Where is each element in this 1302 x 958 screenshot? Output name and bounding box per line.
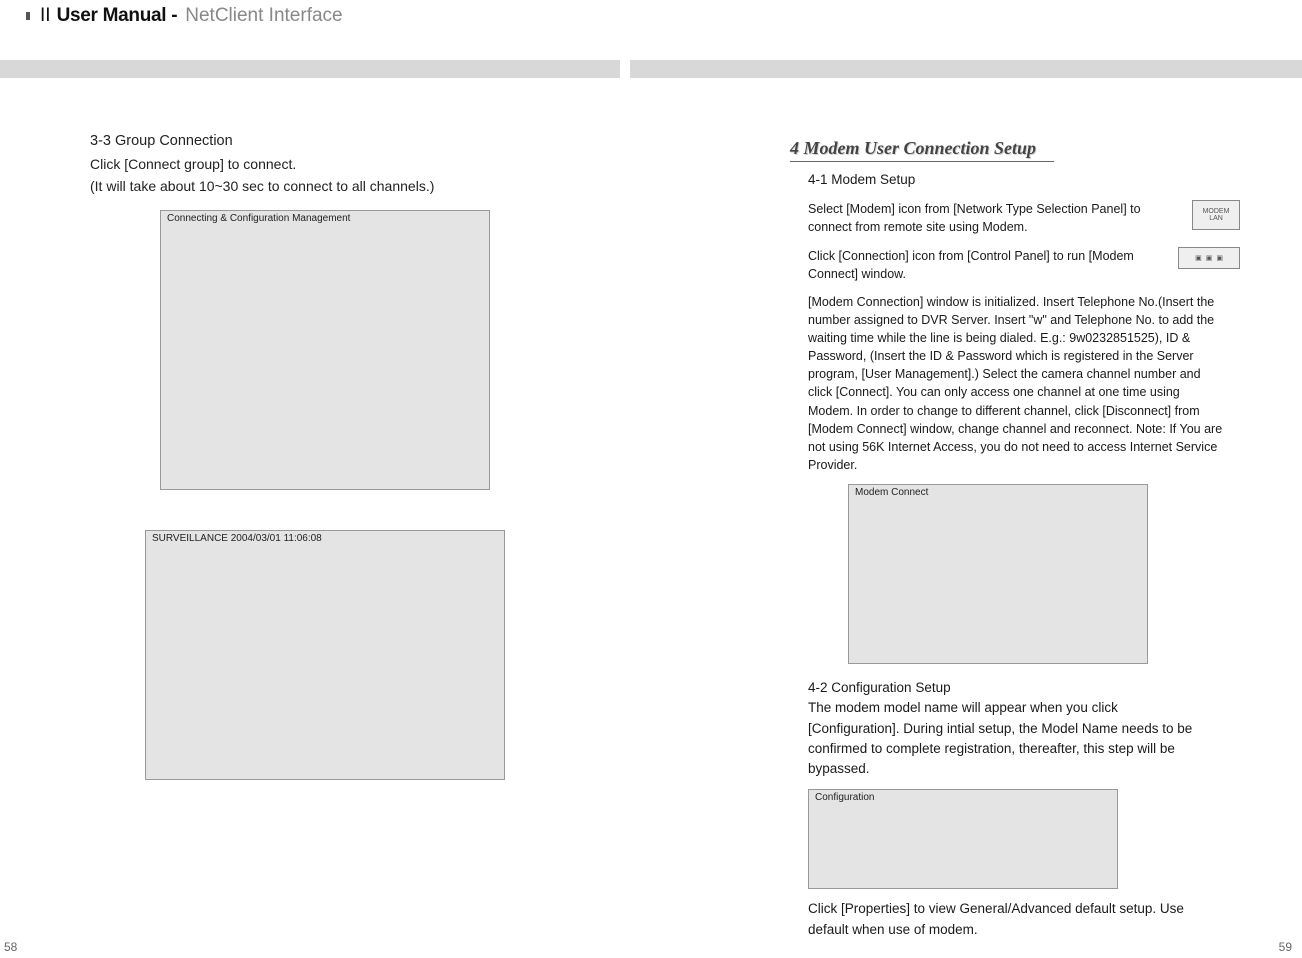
sec42-p2: Click [Properties] to view General/Advan… [808,899,1208,940]
panel-icon-3: ▣ [1216,254,1223,262]
section-3-3-line1: Click [Connect group] to connect. [90,154,560,176]
modem-icon-label-top: MODEM [1203,208,1230,215]
header-subtitle: NetClient Interface [185,5,342,27]
figure4-caption: Configuration [815,792,874,803]
page-right: 4 Modem User Connection Setup 4-1 Modem … [790,138,1240,940]
section-4-body: 4-1 Modem Setup Select [Modem] icon from… [790,170,1240,940]
modem-icon-label-bottom: LAN [1209,215,1223,222]
page-left: 3-3 Group Connection Click [Connect grou… [90,130,560,780]
header-marker-icon [26,12,30,20]
page-header: II User Manual - NetClient Interface [0,0,1302,32]
sec41-p1: Select [Modem] icon from [Network Type S… [808,200,1158,236]
header-section-roman: II [40,5,51,27]
header-band-gap [620,60,630,78]
sec41-p2: Click [Connection] icon from [Control Pa… [808,247,1148,283]
header-band [0,60,1302,78]
sec41-row2: Click [Connection] icon from [Control Pa… [808,247,1240,283]
sec41-row1: Select [Modem] icon from [Network Type S… [808,200,1240,236]
header-title: User Manual - [57,5,178,27]
connection-icon: ▣ [1195,254,1202,262]
page-number-right: 59 [1279,940,1292,954]
modem-lan-icon: MODEM LAN [1192,200,1240,230]
section-4-1-title: 4-1 Modem Setup [808,170,1240,190]
figure3-caption: Modem Connect [855,487,928,498]
section-4-2-title: 4-2 Configuration Setup [808,678,1240,698]
figure-connection-management: Connecting & Configuration Management [160,210,490,490]
figure-configuration: Configuration [808,789,1118,889]
sec41-p3: [Modem Connection] window is initialized… [808,293,1228,474]
control-panel-icons: ▣ ▣ ▣ [1178,247,1240,269]
page-number-left: 58 [4,940,17,954]
figure1-caption: Connecting & Configuration Management [167,213,350,224]
panel-icon-2: ▣ [1206,254,1213,262]
sec42-p1: The modem model name will appear when yo… [808,698,1203,779]
section-3-3-line2: (It will take about 10~30 sec to connect… [90,176,560,198]
figure-modem-connect: Modem Connect [848,484,1148,664]
section-3-3-title: 3-3 Group Connection [90,130,560,152]
section-4-title: 4 Modem User Connection Setup [790,138,1054,162]
figure2-caption: SURVEILLANCE 2004/03/01 11:06:08 [152,533,322,544]
figure-surveillance-grid: SURVEILLANCE 2004/03/01 11:06:08 [145,530,505,780]
